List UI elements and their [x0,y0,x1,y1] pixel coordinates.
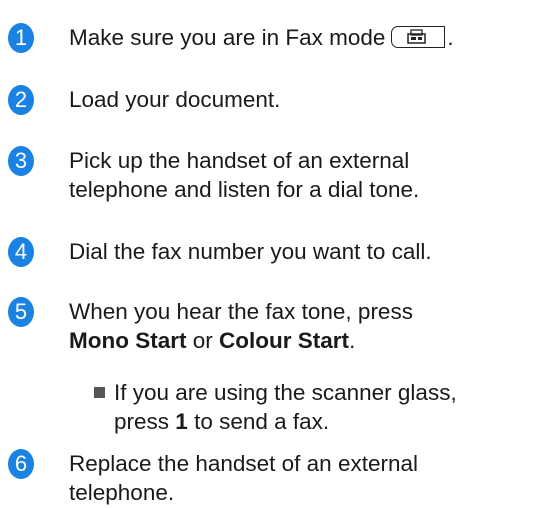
step-text-6: Replace the handset of an external telep… [69,449,527,507]
bullet-text: If you are using the scanner glass, pres… [114,378,457,436]
step-number-1: 1 [8,23,34,53]
or-text: or [192,328,213,353]
colour-start-key-label: Colour Start [219,328,350,353]
bullet-rest: to send a fax. [194,409,330,434]
step-5-line-1: When you hear the fax tone, press [69,299,413,324]
step-number-3: 3 [8,146,34,176]
mono-start-key-label: Mono Start [69,328,187,353]
step-5-line-2: Mono Start or Colour Start. [69,326,527,355]
step-number-5: 5 [8,297,34,327]
step-3-line-1: Pick up the handset of an external [69,148,410,173]
bullet-square-icon [94,387,105,398]
key-1-label: 1 [175,409,188,434]
step-text-2: Load your document. [69,87,281,112]
step-text-4: Dial the fax number you want to call. [69,239,432,264]
bullet-press: press [114,409,170,434]
step-5-period: . [349,328,356,353]
bullet-line-2: press 1 to send a fax. [114,407,457,436]
step-number-2: 2 [8,85,34,115]
step-1-text: Make sure you are in Fax mode [69,25,386,50]
step-text-1: Make sure you are in Fax mode. [69,25,454,50]
step-6-line-1: Replace the handset of an external [69,451,418,476]
bullet-line-1: If you are using the scanner glass, [114,380,457,405]
step-text-3: Pick up the handset of an external telep… [69,146,527,204]
step-number-4: 4 [8,237,34,267]
step-3-line-2: telephone and listen for a dial tone. [69,177,420,202]
fax-mode-key-icon [391,26,446,49]
step-text-5: When you hear the fax tone, press Mono S… [69,297,527,355]
step-number-6: 6 [8,449,34,479]
step-6-line-2: telephone. [69,480,175,505]
